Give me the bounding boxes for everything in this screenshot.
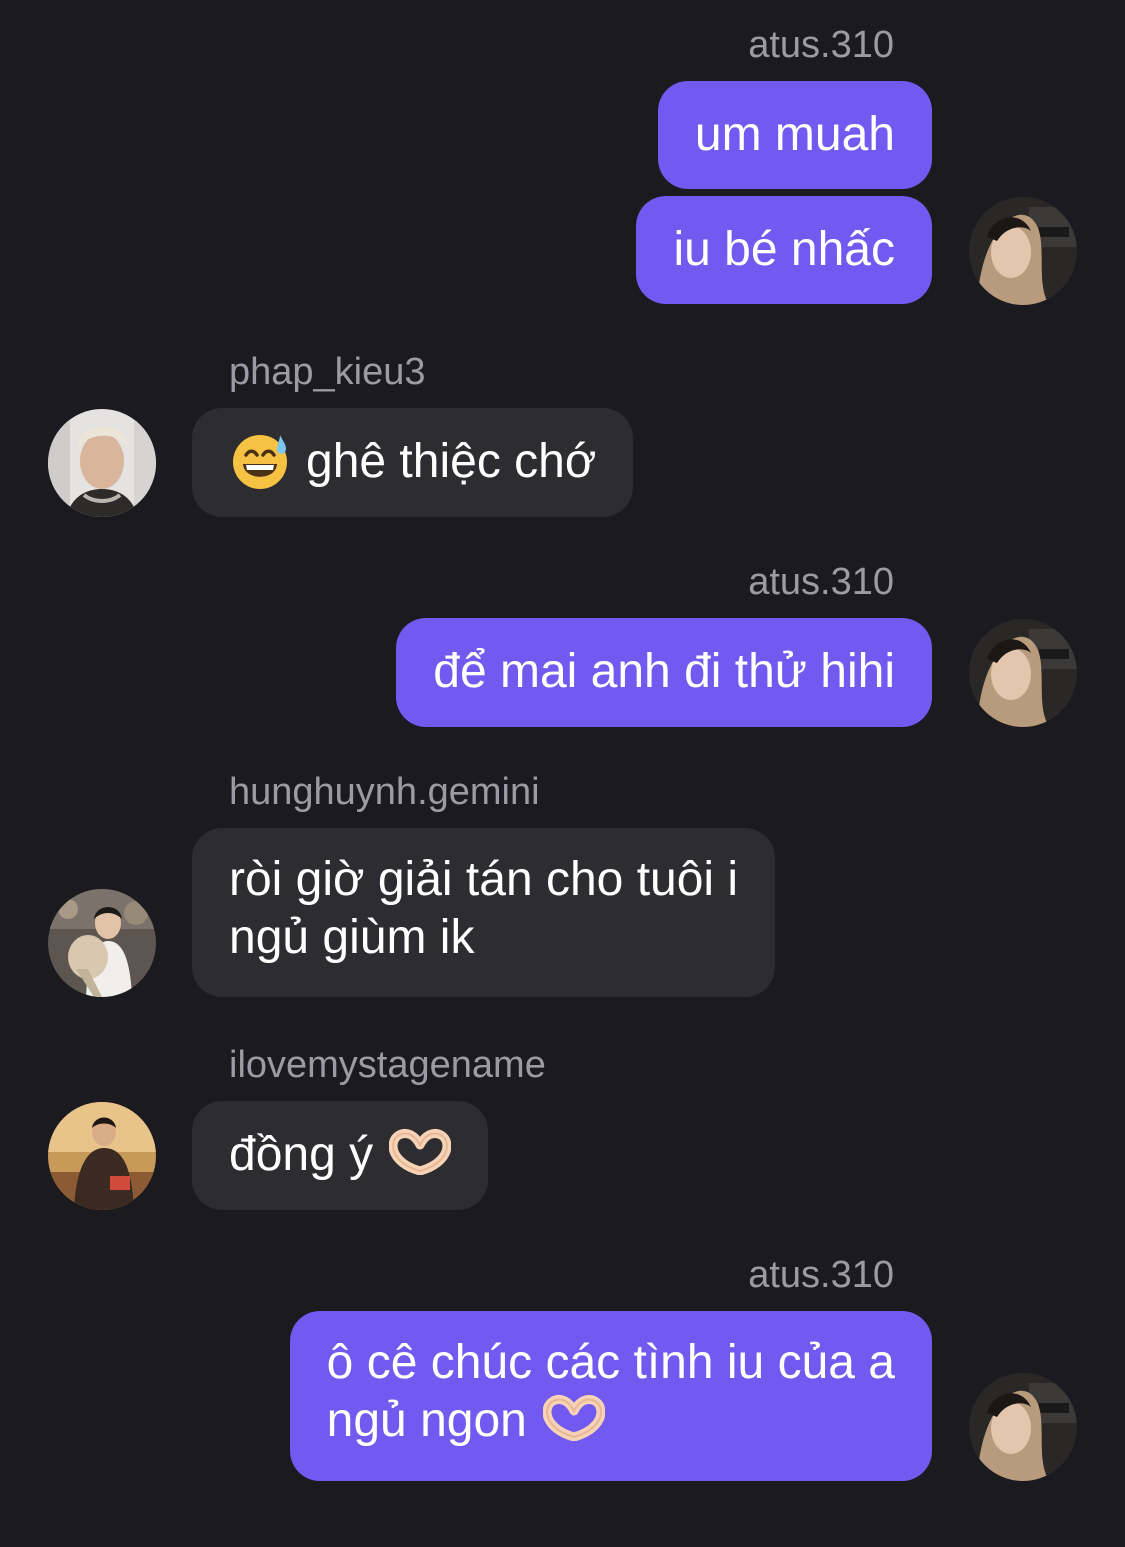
message-text-line: ngủ ngon xyxy=(326,1394,527,1447)
sender-name: atus.310 xyxy=(748,561,894,603)
message-text: để mai anh đi thử hihi xyxy=(433,645,895,698)
message-bubble-outgoing[interactable]: iu bé nhấc xyxy=(636,196,932,304)
message-text-line: ô cê chúc các tình iu của a xyxy=(326,1336,895,1389)
avatar-atus[interactable] xyxy=(969,619,1077,727)
message-bubble-outgoing[interactable]: ô cê chúc các tình iu của a ngủ ngon xyxy=(289,1311,932,1481)
message-bubble-incoming[interactable]: ròi giờ giải tán cho tuôi i ngủ giùm ik xyxy=(192,828,776,997)
sweat-smile-emoji-icon xyxy=(230,431,290,490)
avatar-hunghuynh-gemini[interactable] xyxy=(48,889,156,997)
message-text: ghê thiệc chớ xyxy=(306,435,597,488)
avatar-ilovemystagename[interactable] xyxy=(48,1102,156,1210)
message-bubble-outgoing[interactable]: để mai anh đi thử hihi xyxy=(396,618,932,727)
heart-hands-emoji-icon xyxy=(542,1393,606,1442)
message-bubble-outgoing[interactable]: um muah xyxy=(657,81,932,189)
heart-hands-emoji-icon xyxy=(388,1127,452,1176)
sender-name: hunghuynh.gemini xyxy=(229,771,540,813)
sender-name: atus.310 xyxy=(748,24,894,66)
message-text: iu bé nhấc xyxy=(673,223,895,276)
message-bubble-incoming[interactable]: ghê thiệc chớ xyxy=(192,408,634,517)
sender-name: ilovemystagename xyxy=(229,1044,546,1086)
message-bubble-incoming[interactable]: đồng ý xyxy=(192,1101,489,1210)
sender-name: atus.310 xyxy=(748,1254,894,1296)
avatar-atus[interactable] xyxy=(969,197,1077,305)
message-text-line: ròi giờ giải tán cho tuôi i xyxy=(229,853,739,906)
message-text: đồng ý xyxy=(229,1128,374,1181)
avatar-atus[interactable] xyxy=(969,1373,1077,1481)
sender-name: phap_kieu3 xyxy=(229,351,426,393)
message-text-line: ngủ giùm ik xyxy=(229,911,475,964)
avatar-phap-kieu3[interactable] xyxy=(48,409,156,517)
message-text: um muah xyxy=(694,108,895,161)
